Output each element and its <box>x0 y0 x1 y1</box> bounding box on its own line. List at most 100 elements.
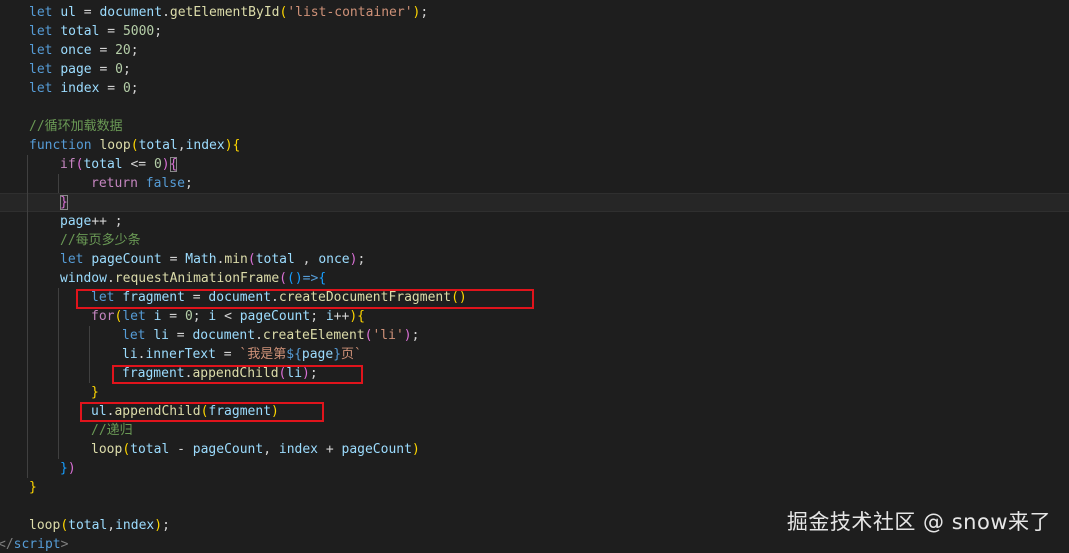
code-line-content: page++ ; <box>60 212 123 231</box>
code-token: ${ <box>286 347 302 362</box>
code-line-content: //递归 <box>91 421 133 440</box>
code-token: pageCount <box>192 442 264 457</box>
code-token: - <box>169 442 193 457</box>
code-token: ++ <box>333 309 350 324</box>
indent-guide <box>27 402 28 421</box>
code-line[interactable]: //循环加载数据 <box>0 117 1069 136</box>
code-line-content: //每页多少条 <box>60 231 141 250</box>
code-line[interactable]: //递归 <box>0 421 1069 440</box>
code-token: 'list-container' <box>287 5 413 20</box>
code-token: li <box>122 347 138 362</box>
code-token: total <box>130 442 170 457</box>
code-line[interactable]: li.innerText = `我是第${page}页` <box>0 345 1069 364</box>
code-token: ++ ; <box>91 214 123 229</box>
code-token: total <box>68 518 108 533</box>
code-token: ; <box>122 62 131 77</box>
code-token: . <box>255 328 263 343</box>
code-token: ; <box>411 328 420 343</box>
code-line-content: let pageCount = Math.min(total , once); <box>60 250 365 269</box>
indent-guide <box>58 307 59 326</box>
code-token: } <box>91 385 99 400</box>
code-line[interactable]: } <box>0 383 1069 402</box>
code-line[interactable]: let ul = document.getElementById('list-c… <box>0 3 1069 22</box>
code-token: = <box>75 5 100 20</box>
code-line[interactable]: let pageCount = Math.min(total , once); <box>0 250 1069 269</box>
code-token: index <box>115 518 155 533</box>
indent-guide <box>27 269 28 288</box>
code-token: ; <box>192 309 209 324</box>
indent-guide <box>27 383 28 402</box>
code-token: function <box>29 138 92 153</box>
code-line[interactable]: }) <box>0 459 1069 478</box>
code-token: ( <box>130 138 139 153</box>
code-token: once <box>318 252 350 267</box>
code-area[interactable]: let ul = document.getElementById('list-c… <box>0 3 1069 553</box>
code-token: , <box>263 442 279 457</box>
code-token: ( <box>279 271 287 286</box>
code-token: li <box>153 328 169 343</box>
code-line[interactable]: let total = 5000; <box>0 22 1069 41</box>
highlight-box-fragment-append <box>112 365 363 384</box>
code-line[interactable]: } <box>0 478 1069 497</box>
code-line[interactable]: //每页多少条 <box>0 231 1069 250</box>
code-token: ; <box>420 5 429 20</box>
code-line[interactable]: if(total <= 0){ <box>0 155 1069 174</box>
code-token: ul <box>60 5 76 20</box>
code-token: Math <box>185 252 217 267</box>
code-line[interactable]: return false; <box>0 174 1069 193</box>
code-line[interactable]: window.requestAnimationFrame(()=>{ <box>0 269 1069 288</box>
code-token: } <box>333 347 342 362</box>
indent-guide <box>27 307 28 326</box>
code-token: loop <box>29 518 61 533</box>
code-line[interactable]: page++ ; <box>0 212 1069 231</box>
indent-guide <box>58 288 59 307</box>
code-line[interactable]: let li = document.createElement('li'); <box>0 326 1069 345</box>
code-token: ; <box>154 24 163 39</box>
code-token: 0 <box>122 81 131 96</box>
code-token: , <box>107 518 116 533</box>
indent-guide <box>27 421 28 440</box>
code-line[interactable]: </script> <box>0 535 1069 553</box>
code-token: , <box>294 252 319 267</box>
indent-guide <box>58 174 59 193</box>
code-token: ; <box>310 309 326 324</box>
code-line[interactable]: let once = 20; <box>0 41 1069 60</box>
code-token: script <box>13 537 61 552</box>
code-token: = <box>91 62 116 77</box>
code-token: = <box>168 328 193 343</box>
indent-guide <box>27 174 28 193</box>
code-line[interactable]: let index = 0; <box>0 79 1069 98</box>
code-line[interactable]: for(let i = 0; i < pageCount; i++){ <box>0 307 1069 326</box>
code-token: ( <box>122 442 131 457</box>
code-token: = <box>161 309 185 324</box>
code-line-content: let li = document.createElement('li'); <box>122 326 419 345</box>
indent-guide <box>58 345 59 364</box>
indent-guide <box>27 326 28 345</box>
code-line-content: for(let i = 0; i < pageCount; i++){ <box>91 307 365 326</box>
code-token: loop <box>99 138 131 153</box>
code-editor[interactable]: let ul = document.getElementById('list-c… <box>0 0 1069 553</box>
code-token: let <box>122 328 146 343</box>
code-line[interactable] <box>0 98 1069 117</box>
code-token: ) <box>161 157 170 172</box>
indent-guide <box>58 421 59 440</box>
code-token: min <box>224 252 248 267</box>
indent-guide <box>27 459 28 478</box>
code-token: let <box>60 252 84 267</box>
code-token: ( <box>247 252 256 267</box>
code-token: </ <box>0 537 14 552</box>
code-token: ) <box>349 309 358 324</box>
code-line[interactable]: } <box>0 193 1069 212</box>
code-line[interactable]: loop(total - pageCount, index + pageCoun… <box>0 440 1069 459</box>
code-token: let <box>29 62 53 77</box>
code-token: ) <box>411 442 420 457</box>
indent-guide <box>27 193 28 212</box>
code-token: ) <box>224 138 233 153</box>
code-token: once <box>60 43 92 58</box>
code-line[interactable]: let page = 0; <box>0 60 1069 79</box>
code-token: document <box>192 328 256 343</box>
code-token: total <box>83 157 123 172</box>
code-line-content: </script> <box>0 535 68 553</box>
code-token: 'li' <box>372 328 404 343</box>
code-line[interactable]: function loop(total,index){ <box>0 136 1069 155</box>
